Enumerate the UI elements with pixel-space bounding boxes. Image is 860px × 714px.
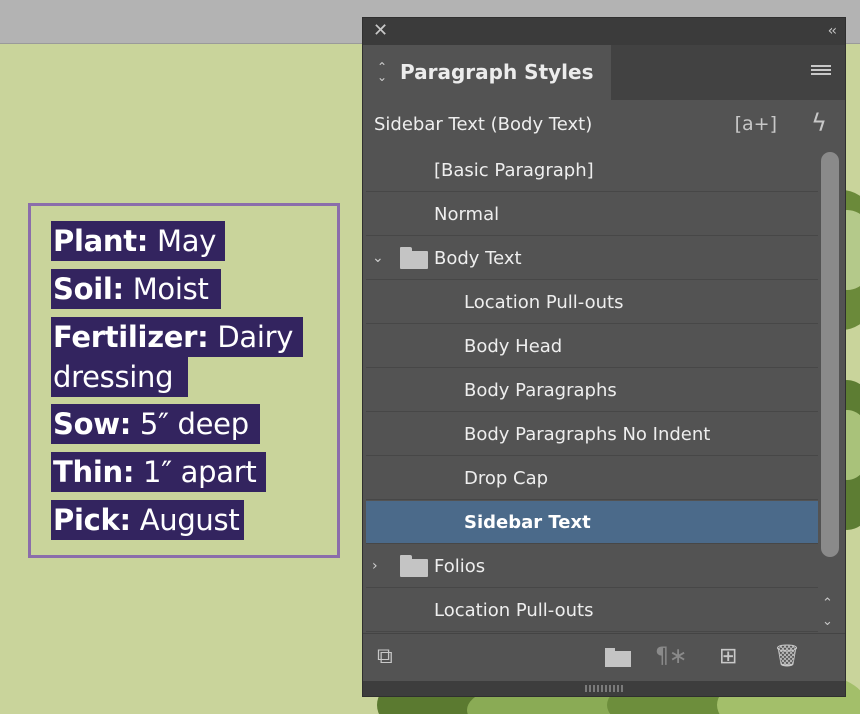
panel-footer: ⧉ ¶∗ ⊞ 🗑: [363, 633, 845, 682]
paragraph-styles-panel: ✕ ‹‹ ⌃ ⌄ Paragraph Styles Sidebar Text (B…: [362, 17, 846, 697]
tab-reorder-icon[interactable]: ⌃ ⌄: [377, 61, 387, 83]
new-group-folder-icon[interactable]: [605, 648, 631, 667]
new-style-icon[interactable]: [a+]: [735, 113, 777, 135]
style-row-basic-paragraph[interactable]: [Basic Paragraph]: [366, 149, 818, 192]
style-row-body-paragraphs-no-indent[interactable]: Body Paragraphs No Indent: [366, 413, 818, 456]
style-list[interactable]: [Basic Paragraph] Normal ⌄ Body Text Loc…: [366, 149, 818, 633]
folder-icon: [400, 247, 428, 269]
scroll-down-icon[interactable]: ⌄: [822, 615, 833, 629]
sidebar-line-pick: Pick: August: [51, 500, 244, 540]
chevron-down-icon[interactable]: ⌄: [372, 237, 384, 280]
load-styles-icon[interactable]: ⧉: [377, 644, 393, 670]
panel-tab-bar: ⌃ ⌄ Paragraph Styles: [363, 45, 845, 100]
sidebar-line-plant: Plant: May: [51, 221, 225, 261]
sidebar-line-dressing: dressing: [51, 357, 188, 397]
style-row-location-pull-outs-root[interactable]: Location Pull-outs: [366, 589, 818, 632]
style-row-drop-cap[interactable]: Drop Cap: [366, 457, 818, 500]
style-row-sidebar-text[interactable]: Sidebar Text: [366, 501, 818, 544]
clear-overrides-icon[interactable]: ¶∗: [655, 644, 687, 670]
new-style-plus-icon[interactable]: ⊞: [719, 644, 737, 670]
style-row-location-pull-outs[interactable]: Location Pull-outs: [366, 281, 818, 324]
resize-grip[interactable]: [363, 681, 845, 696]
folder-icon: [400, 555, 428, 577]
group-row-folios[interactable]: › Folios: [366, 545, 818, 588]
quick-apply-icon[interactable]: ϟ: [811, 109, 827, 137]
style-row-body-head[interactable]: Body Head: [366, 325, 818, 368]
tab-paragraph-styles[interactable]: ⌃ ⌄ Paragraph Styles: [363, 45, 611, 100]
chevron-right-icon[interactable]: ›: [372, 545, 378, 588]
current-style-row: Sidebar Text (Body Text) [a+] ϟ: [363, 100, 845, 148]
panel-menu-icon[interactable]: [811, 65, 831, 79]
close-icon[interactable]: ✕: [373, 20, 388, 42]
sidebar-line-thin: Thin: 1″ apart: [51, 452, 266, 492]
sidebar-line-fertilizer: Fertilizer: Dairy: [51, 317, 303, 357]
style-list-scrollbar[interactable]: ⌃ ⌄: [818, 149, 842, 633]
current-style-name: Sidebar Text (Body Text): [374, 114, 593, 135]
trash-icon[interactable]: 🗑: [773, 644, 801, 670]
collapse-icon[interactable]: ‹‹: [828, 21, 837, 41]
panel-titlebar[interactable]: ✕ ‹‹: [363, 18, 845, 45]
sidebar-line-sow: Sow: 5″ deep: [51, 404, 260, 444]
tab-title: Paragraph Styles: [400, 60, 594, 84]
scrollbar-thumb[interactable]: [821, 152, 839, 557]
group-row-body-text[interactable]: ⌄ Body Text: [366, 237, 818, 280]
style-row-body-paragraphs[interactable]: Body Paragraphs: [366, 369, 818, 412]
style-row-normal[interactable]: Normal: [366, 193, 818, 236]
sidebar-line-soil: Soil: Moist: [51, 269, 221, 309]
scroll-up-icon[interactable]: ⌃: [822, 597, 833, 611]
